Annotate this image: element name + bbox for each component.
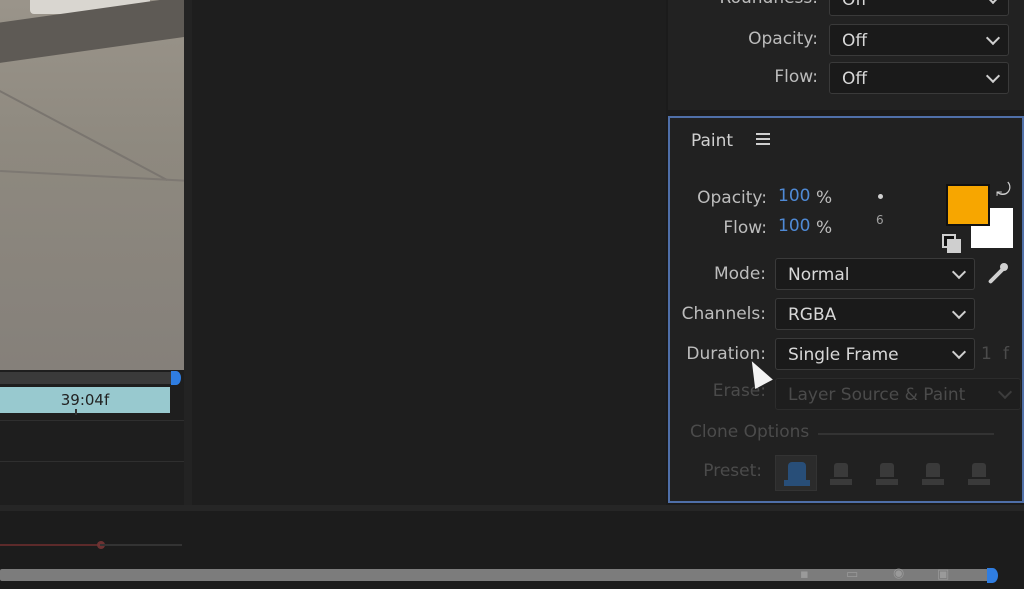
- snapshot-icon[interactable]: ◉: [893, 566, 904, 581]
- paint-panel-title: Paint: [691, 131, 734, 151]
- footage-shadow: [0, 0, 184, 68]
- mode-label: Mode:: [713, 264, 766, 284]
- chevron-down-icon: [951, 344, 967, 360]
- brush-dynamics-section: Roundness: Off Opacity: Off Flow: Off: [668, 0, 1024, 110]
- zoom-slider-remaining: [100, 544, 182, 546]
- view-icon[interactable]: ▣: [937, 567, 949, 582]
- mode-value: Normal: [788, 265, 850, 285]
- opacity-dynamics-value: Off: [842, 31, 868, 51]
- default-colors-icon[interactable]: [942, 234, 961, 253]
- duration-frames: 1: [981, 344, 992, 364]
- chevron-down-icon: [997, 384, 1013, 400]
- chevron-down-icon: [951, 264, 967, 280]
- camera-icon[interactable]: ▭: [846, 567, 858, 582]
- paint-flow-unit: %: [816, 218, 833, 238]
- roundness-value: Off: [842, 0, 868, 10]
- brush-size: 6: [876, 213, 884, 227]
- preset-label: Preset:: [703, 461, 762, 481]
- erase-value: Layer Source & Paint: [788, 385, 966, 405]
- foreground-color-swatch[interactable]: [946, 184, 990, 226]
- channels-label: Channels:: [681, 304, 766, 324]
- divider: [0, 461, 184, 462]
- time-tick: [75, 409, 77, 415]
- clone-options-label: Clone Options: [690, 422, 810, 442]
- clone-preset-5-button[interactable]: [964, 461, 994, 491]
- mode-dropdown[interactable]: Normal: [775, 258, 975, 290]
- playhead-marker[interactable]: [171, 371, 181, 385]
- current-time-display[interactable]: 39:04f: [0, 387, 170, 413]
- opacity-dynamics-dropdown[interactable]: Off: [829, 24, 1009, 56]
- panel-divider[interactable]: [0, 505, 1024, 511]
- chevron-down-icon: [985, 30, 1001, 46]
- scrollbar-end-handle[interactable]: [987, 568, 998, 583]
- channels-value: RGBA: [788, 305, 837, 325]
- clone-options-divider: [818, 433, 994, 435]
- toggle-icon[interactable]: ▪: [800, 567, 809, 582]
- composition-viewer[interactable]: [0, 0, 184, 370]
- timeline-scrollbar[interactable]: [0, 569, 992, 581]
- eyedropper-icon[interactable]: [983, 261, 1011, 289]
- channels-dropdown[interactable]: RGBA: [775, 298, 975, 330]
- center-panel: [192, 0, 666, 505]
- roundness-label: Roundness:: [668, 0, 818, 8]
- zoom-slider-track[interactable]: [0, 544, 100, 546]
- duration-unit: f: [1003, 344, 1009, 364]
- footage-crack: [0, 170, 184, 182]
- panel-menu-icon[interactable]: [756, 133, 770, 145]
- flow-dynamics-label: Flow:: [774, 67, 818, 87]
- clone-preset-1-button[interactable]: [775, 455, 817, 491]
- clone-preset-3-button[interactable]: [872, 461, 902, 491]
- roundness-dropdown[interactable]: Off: [829, 0, 1009, 16]
- paint-flow-value[interactable]: 100: [778, 216, 810, 236]
- panel-divider[interactable]: [184, 0, 192, 505]
- swap-colors-icon[interactable]: ⤾: [996, 180, 1011, 201]
- paint-panel: Paint Opacity: 100 % Flow: 100 % 6 ⤾ Mod…: [668, 116, 1024, 503]
- divider: [0, 420, 184, 421]
- erase-dropdown[interactable]: Layer Source & Paint: [775, 378, 1021, 410]
- flow-dynamics-dropdown[interactable]: Off: [829, 62, 1009, 94]
- footage-crack: [0, 90, 168, 181]
- paint-opacity-value[interactable]: 100: [778, 186, 810, 206]
- clone-preset-4-button[interactable]: [918, 461, 948, 491]
- chevron-down-icon: [951, 304, 967, 320]
- flow-dynamics-value: Off: [842, 69, 868, 89]
- paint-opacity-unit: %: [816, 188, 833, 208]
- paint-flow-label: Flow:: [723, 218, 767, 238]
- brush-tip-preview[interactable]: [878, 194, 883, 199]
- chevron-down-icon: [985, 0, 1001, 5]
- opacity-dynamics-label: Opacity:: [748, 29, 818, 49]
- duration-value: Single Frame: [788, 345, 899, 365]
- clone-preset-2-button[interactable]: [826, 461, 856, 491]
- paint-opacity-label: Opacity:: [697, 188, 767, 208]
- duration-dropdown[interactable]: Single Frame: [775, 338, 975, 370]
- chevron-down-icon: [985, 68, 1001, 84]
- time-navigator-track[interactable]: [0, 372, 176, 384]
